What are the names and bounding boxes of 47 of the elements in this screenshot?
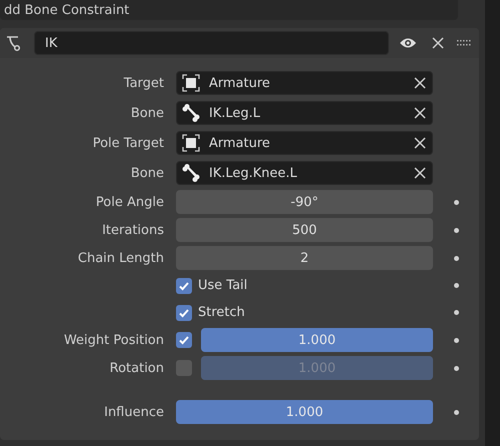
number-field[interactable]: 2 <box>176 246 433 270</box>
bone-icon <box>181 103 201 123</box>
checkbox[interactable] <box>176 304 192 320</box>
object-field[interactable]: IK.Leg.Knee.L <box>176 161 433 185</box>
object-field[interactable]: Armature <box>176 131 433 155</box>
field-label: Iterations <box>101 222 164 238</box>
field-label: Target <box>122 76 164 90</box>
object-icon <box>181 133 201 153</box>
number-field[interactable]: -90° <box>176 190 433 214</box>
close-icon <box>414 137 426 149</box>
close-icon <box>432 37 444 49</box>
checkbox-label: Stretch <box>198 305 245 320</box>
bone-icon <box>181 163 201 183</box>
checkbox[interactable] <box>176 332 192 348</box>
keyframe-dot-icon[interactable] <box>454 200 458 204</box>
checkbox-label: Use Tail <box>198 278 248 293</box>
keyframe-dot-icon[interactable] <box>454 256 458 260</box>
field-label: Weight Position <box>62 332 164 348</box>
keyframe-dot-icon[interactable] <box>454 283 458 288</box>
field-label: Bone <box>130 106 164 120</box>
field-label: Chain Length <box>76 250 164 266</box>
field-label: Pole Angle <box>94 194 164 210</box>
keyframe-dot-icon[interactable] <box>454 228 458 232</box>
close-icon <box>414 107 426 119</box>
field-label: Rotation <box>108 360 164 376</box>
constraint-name-field[interactable]: IK <box>34 31 389 55</box>
checkmark-icon <box>178 280 190 292</box>
close-icon <box>414 77 426 89</box>
eye-icon <box>399 36 417 50</box>
object-icon <box>181 73 201 93</box>
keyframe-dot-icon[interactable] <box>454 338 458 342</box>
number-field[interactable]: 500 <box>176 218 433 242</box>
object-field[interactable]: Armature <box>176 71 433 95</box>
object-field[interactable]: IK.Leg.L <box>176 101 433 125</box>
keyframe-dot-icon[interactable] <box>454 410 458 414</box>
field-label: Pole Target <box>92 136 164 150</box>
close-icon <box>414 167 426 179</box>
add-bone-constraint-button[interactable]: dd Bone Constraint <box>0 0 458 20</box>
checkbox[interactable] <box>176 278 192 294</box>
checkmark-icon <box>178 334 190 346</box>
checkbox[interactable] <box>176 360 192 376</box>
checkmark-icon <box>178 306 190 318</box>
keyframe-dot-icon[interactable] <box>454 366 458 370</box>
keyframe-dot-icon[interactable] <box>454 310 458 315</box>
field-label: Influence <box>103 404 164 420</box>
drag-handle-icon[interactable] <box>457 39 471 47</box>
field-label: Bone <box>130 166 164 180</box>
